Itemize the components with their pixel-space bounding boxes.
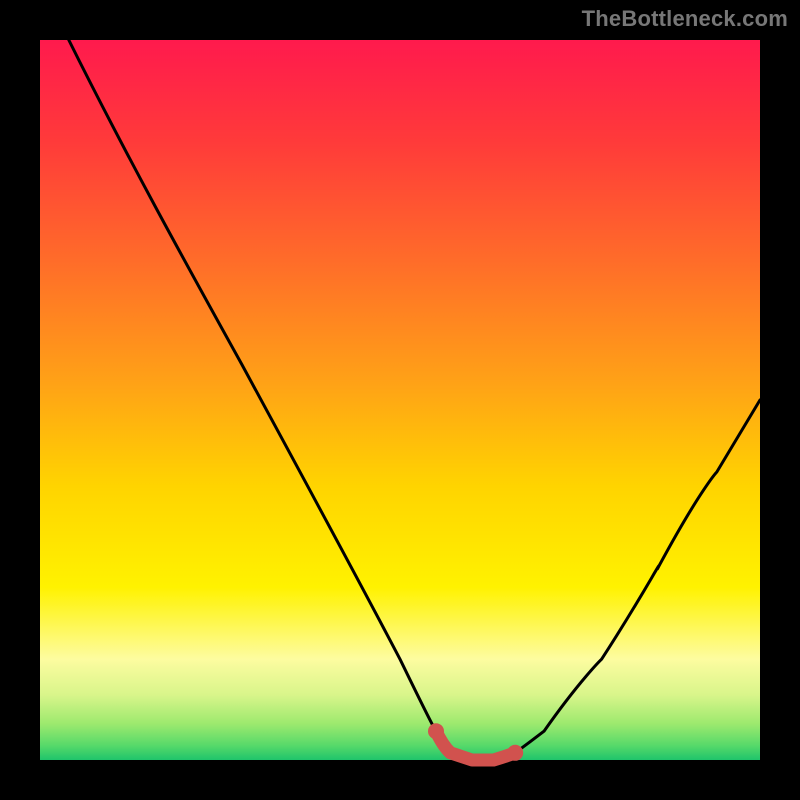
highlight-dot-end	[507, 745, 523, 761]
highlight-path	[436, 731, 515, 760]
curve-svg	[40, 40, 760, 760]
watermark-text: TheBottleneck.com	[582, 6, 788, 32]
highlight-segment	[428, 723, 523, 761]
bottleneck-curve	[69, 40, 760, 760]
highlight-dot-start	[428, 723, 444, 739]
chart-frame: TheBottleneck.com	[0, 0, 800, 800]
plot-area	[40, 40, 760, 760]
